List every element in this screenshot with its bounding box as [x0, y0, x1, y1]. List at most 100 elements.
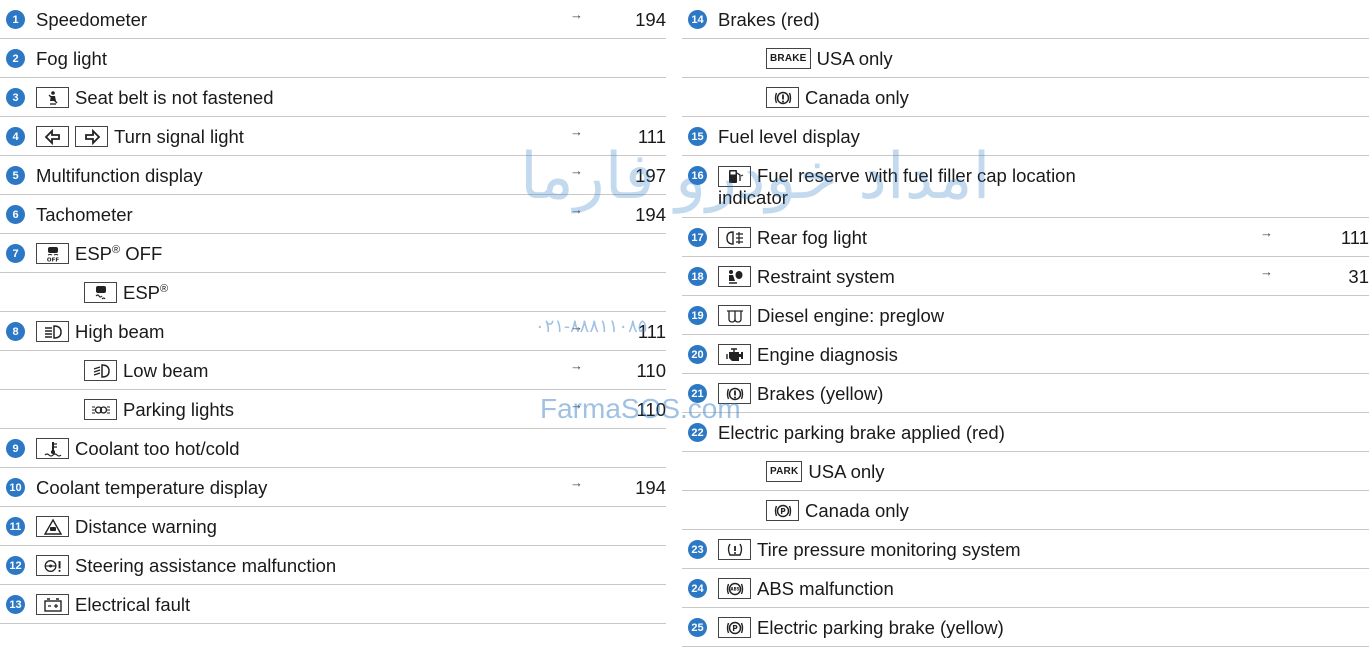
table-row: 19 Diesel engine: preglow — [682, 296, 1369, 335]
item-number-badge: 4 — [6, 127, 25, 146]
item-body: Restraint system — [718, 257, 895, 296]
item-label: Electrical fault — [75, 593, 191, 615]
item-body: ABS ABS malfunction — [718, 569, 894, 608]
item-number-badge: 23 — [688, 540, 707, 559]
item-label: Restraint system — [757, 265, 895, 287]
item-number-badge: 8 — [6, 322, 25, 341]
item-number-badge: 9 — [6, 439, 25, 458]
item-body: P Canada only — [766, 491, 909, 530]
table-row: ESP® — [0, 273, 666, 312]
item-number-badge: 5 — [6, 166, 25, 185]
item-body: Electrical fault — [36, 585, 190, 624]
item-label: Brakes (yellow) — [757, 382, 884, 404]
item-body: PARK USA only — [766, 452, 885, 491]
item-body: Fog light — [36, 39, 107, 78]
item-label: Distance warning — [75, 515, 217, 537]
parking-brake-icon: P — [718, 617, 751, 638]
item-number-badge: 2 — [6, 49, 25, 68]
item-body: Low beam — [84, 351, 208, 390]
table-row: 25 P Electric parking brake (yellow) — [682, 608, 1369, 647]
item-body: Seat belt is not fastened — [36, 78, 274, 117]
item-label: Fuel reserve with fuel filler cap locati… — [718, 165, 1076, 208]
item-body: Coolant temperature display — [36, 468, 267, 507]
item-label: Turn signal light — [114, 125, 244, 147]
fuel-icon — [718, 165, 751, 187]
item-label: Fuel level display — [718, 125, 860, 147]
parking-lights-icon — [84, 399, 117, 420]
item-body: Steering assistance malfunction — [36, 546, 336, 585]
restraint-icon — [718, 266, 751, 287]
page-number: 194 — [635, 8, 666, 30]
page-number: 194 — [635, 476, 666, 498]
page-number: 197 — [635, 164, 666, 186]
item-number-badge: 12 — [6, 556, 25, 575]
svg-text:ABS: ABS — [730, 586, 739, 591]
item-body: P Electric parking brake (yellow) — [718, 608, 1004, 647]
page-reference-arrow: → — [570, 202, 583, 217]
table-row: 7 OFF ESP® OFF — [0, 234, 666, 273]
item-body: Turn signal light — [36, 117, 244, 156]
item-number-badge: 18 — [688, 267, 707, 286]
turn-right-icon — [75, 126, 108, 147]
table-row: 21 Brakes (yellow) — [682, 374, 1369, 413]
table-row: 2 Fog light — [0, 39, 666, 78]
item-number-badge: 19 — [688, 306, 707, 325]
table-row: 23 Tire pressure monitoring system — [682, 530, 1369, 569]
item-body: BRAKE USA only — [766, 39, 893, 78]
table-row: 8 High beam → 111 — [0, 312, 666, 351]
item-body: Engine diagnosis — [718, 335, 898, 374]
rear-fog-icon — [718, 227, 751, 248]
page-number: 111 — [1340, 226, 1369, 248]
esp-off-icon: OFF — [36, 243, 69, 264]
page-reference-arrow: → — [1260, 264, 1273, 279]
item-label: Canada only — [805, 86, 909, 108]
item-number-badge: 16 — [688, 166, 707, 185]
table-row: PARK USA only — [682, 452, 1369, 491]
page-reference-arrow: → — [570, 319, 583, 334]
item-label: High beam — [75, 320, 165, 342]
item-body: Tire pressure monitoring system — [718, 530, 1021, 569]
page-number: 31 — [1348, 265, 1369, 287]
item-body: Rear fog light — [718, 218, 867, 257]
table-row: 18 Restraint system → 31 — [682, 257, 1369, 296]
low-beam-icon — [84, 360, 117, 381]
item-label: Fog light — [36, 47, 107, 69]
item-body: Fuel level display — [718, 117, 860, 156]
item-number-badge: 7 — [6, 244, 25, 263]
parking-brake-icon: P — [766, 500, 799, 521]
seatbelt-icon — [36, 87, 69, 108]
item-label: Diesel engine: preglow — [757, 304, 945, 326]
table-row: 5 Multifunction display → 197 — [0, 156, 666, 195]
item-number-badge: 25 — [688, 618, 707, 637]
item-label: ABS malfunction — [757, 577, 894, 599]
table-row: 17 Rear fog light → 111 — [682, 218, 1369, 257]
abs-icon: ABS — [718, 578, 751, 599]
page-number: 194 — [635, 203, 666, 225]
item-label: Tachometer — [36, 203, 133, 225]
table-row: 16 Fuel reserve with fuel filler cap loca… — [682, 156, 1369, 218]
table-row: 20 Engine diagnosis — [682, 335, 1369, 374]
item-number-badge: 17 — [688, 228, 707, 247]
engine-icon — [718, 344, 751, 365]
table-row: P Canada only — [682, 491, 1369, 530]
table-row: Low beam → 110 — [0, 351, 666, 390]
item-number-badge: 3 — [6, 88, 25, 107]
item-label: Seat belt is not fastened — [75, 86, 274, 108]
item-label: Steering assistance malfunction — [75, 554, 337, 576]
item-label: Tire pressure monitoring system — [757, 538, 1021, 560]
item-number-badge: 20 — [688, 345, 707, 364]
item-body: Brakes (yellow) — [718, 374, 883, 413]
item-body: Speedometer — [36, 0, 147, 39]
item-label: Canada only — [805, 499, 909, 521]
turn-left-icon — [36, 126, 69, 147]
svg-text:P: P — [780, 507, 786, 516]
table-row: 13 Electrical fault — [0, 585, 666, 624]
page-number: 110 — [636, 359, 667, 381]
item-label: Electric parking brake applied (red) — [718, 421, 1005, 443]
page-reference-arrow: → — [1260, 225, 1273, 240]
item-label: Coolant temperature display — [36, 476, 268, 498]
item-body: Brakes (red) — [718, 0, 820, 39]
svg-text:OFF: OFF — [46, 257, 58, 262]
page-reference-arrow: → — [570, 7, 583, 22]
item-body: Electric parking brake applied (red) — [718, 413, 1005, 452]
